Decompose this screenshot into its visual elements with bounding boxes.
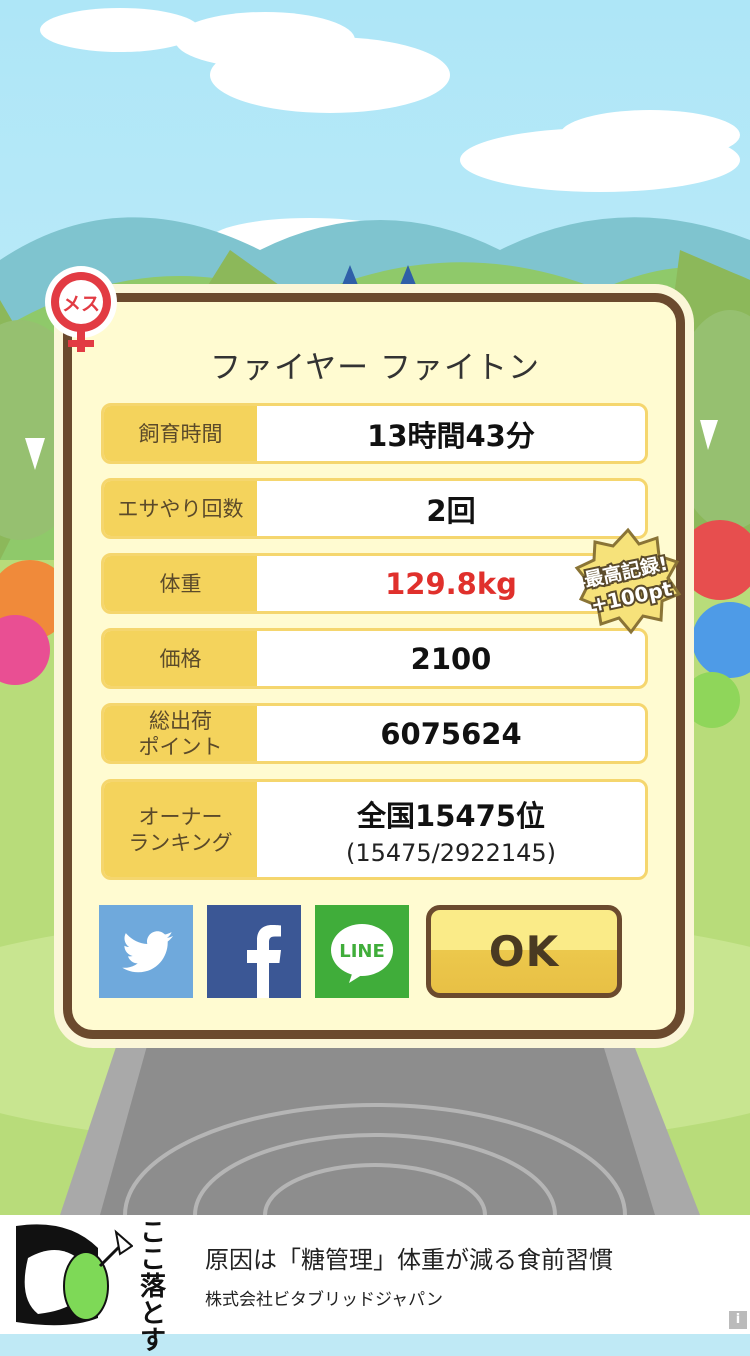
- line-icon: LINE: [331, 924, 393, 983]
- line-label: LINE: [339, 941, 385, 962]
- stat-label: 価格: [104, 631, 257, 686]
- facebook-icon: [247, 925, 281, 998]
- stat-row-feeding-time: 飼育時間 13時間43分: [101, 403, 648, 464]
- stat-value: 13時間43分: [367, 418, 535, 453]
- stat-value: 2100: [410, 641, 492, 676]
- stat-label-line1: オーナー: [138, 804, 223, 829]
- record-star-icon: 最高記録! +100pt: [574, 527, 682, 635]
- stat-row-price: 価格 2100: [101, 628, 648, 689]
- stat-value: 全国15475位 (15475/2922145): [257, 782, 645, 877]
- stat-value: 6075624: [380, 716, 522, 751]
- stat-label: 体重: [104, 556, 257, 611]
- ranking-detail: (15475/2922145): [345, 838, 557, 867]
- stat-label: 総出荷 ポイント: [104, 706, 257, 761]
- twitter-share-button[interactable]: [99, 905, 193, 998]
- gender-badge-text: メス: [62, 293, 100, 315]
- stat-row-weight: 体重 129.8kg: [101, 553, 648, 614]
- pet-name: ファイヤー ファイトン: [210, 350, 540, 386]
- ad-company: 株式会社ビタブリッドジャパン: [205, 1290, 443, 1310]
- ok-button[interactable]: OK: [426, 905, 622, 998]
- stat-label: 飼育時間: [104, 406, 257, 461]
- facebook-share-button[interactable]: [207, 905, 301, 998]
- stat-label-line2: ポイント: [138, 734, 223, 759]
- stat-row-shipment-points: 総出荷 ポイント 6075624: [101, 703, 648, 764]
- stat-label-line1: 総出荷: [149, 708, 212, 733]
- ad-vertical-text: ここ落とす: [139, 1218, 166, 1356]
- stat-label: エサやり回数: [104, 481, 257, 536]
- stat-row-feed-count: エサやり回数 2回: [101, 478, 648, 539]
- ad-illustration: [16, 1224, 133, 1326]
- stat-row-owner-ranking: オーナー ランキング 全国15475位 (15475/2922145): [101, 779, 648, 880]
- twitter-icon: [122, 931, 173, 973]
- female-icon: メス: [45, 266, 117, 352]
- ad-info-icon[interactable]: i: [729, 1311, 747, 1329]
- line-share-button[interactable]: LINE: [315, 905, 409, 998]
- ad-title[interactable]: 原因は「糖管理」体重が減る食前習慣: [205, 1240, 613, 1275]
- ranking-value: 全国15475位: [357, 798, 545, 833]
- stat-label-line2: ランキング: [128, 830, 233, 855]
- stat-label: オーナー ランキング: [104, 782, 257, 877]
